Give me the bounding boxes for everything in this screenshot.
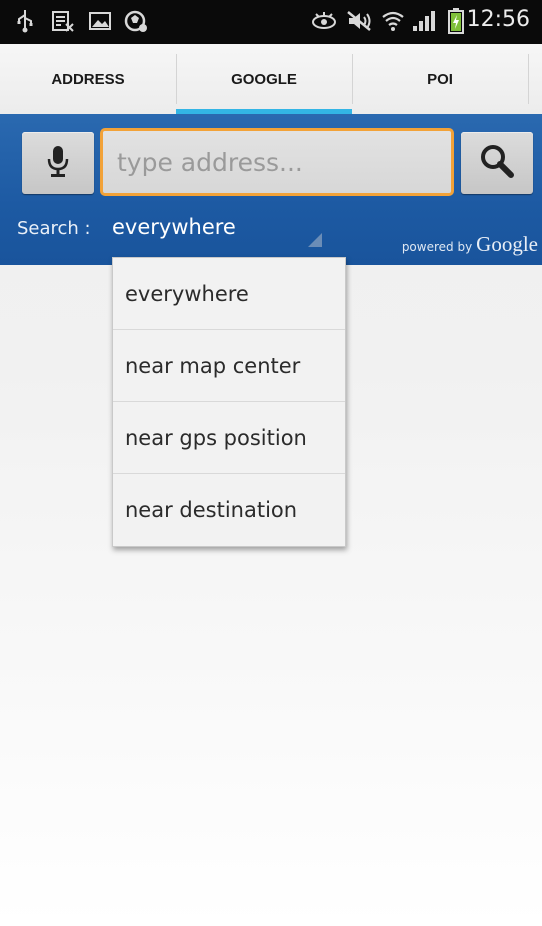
signal-icon (410, 8, 440, 34)
eye-icon (310, 8, 338, 34)
search-scope-value: everywhere (112, 215, 236, 239)
powered-by-google: powered by Google (402, 232, 538, 257)
tab-google[interactable]: GOOGLE (176, 44, 352, 114)
wifi-icon (380, 8, 406, 34)
status-bar: 12:56 (0, 0, 542, 44)
scope-option-near-gps-position[interactable]: near gps position (113, 402, 345, 474)
tab-bar-filler (528, 44, 542, 114)
usb-icon (14, 8, 36, 34)
tab-poi[interactable]: POI (352, 44, 528, 114)
microphone-icon (45, 144, 71, 182)
dropdown-corner-icon (308, 233, 322, 247)
scope-option-near-destination[interactable]: near destination (113, 474, 345, 546)
sync-icon (122, 8, 150, 34)
tab-bar: ADDRESS GOOGLE POI (0, 44, 542, 115)
scope-option-everywhere[interactable]: everywhere (113, 258, 345, 330)
address-input[interactable] (103, 131, 451, 193)
search-scope-select[interactable]: everywhere (112, 211, 324, 251)
scope-option-near-map-center[interactable]: near map center (113, 330, 345, 402)
tab-address[interactable]: ADDRESS (0, 44, 176, 114)
mute-icon (344, 8, 374, 34)
search-panel: Search : everywhere powered by Google (0, 114, 542, 265)
clock: 12:56 (466, 7, 530, 32)
sd-card-icon (50, 8, 76, 34)
powered-by-text: powered by (401, 240, 473, 254)
search-button[interactable] (461, 132, 533, 194)
voice-search-button[interactable] (22, 132, 94, 194)
address-input-container (100, 128, 454, 196)
battery-icon (446, 8, 466, 34)
search-scope-dropdown: everywhere near map center near gps posi… (112, 257, 346, 547)
search-scope-label: Search : (17, 218, 91, 239)
image-icon (88, 8, 112, 34)
google-logo: Google (476, 232, 538, 256)
magnifier-icon (479, 143, 515, 183)
